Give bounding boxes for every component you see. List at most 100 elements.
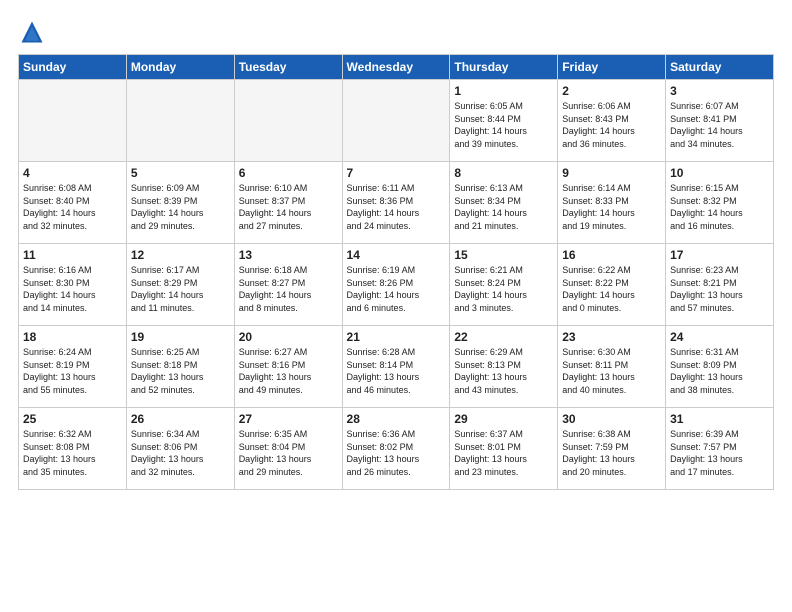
calendar-cell: 8 Sunrise: 6:13 AM Sunset: 8:34 PM Daylig… bbox=[450, 162, 558, 244]
calendar-cell: 13 Sunrise: 6:18 AM Sunset: 8:27 PM Dayli… bbox=[234, 244, 342, 326]
cell-info: Sunrise: 6:24 AM Sunset: 8:19 PM Dayligh… bbox=[23, 346, 122, 396]
cell-info: Sunrise: 6:18 AM Sunset: 8:27 PM Dayligh… bbox=[239, 264, 338, 314]
cell-info: Sunrise: 6:05 AM Sunset: 8:44 PM Dayligh… bbox=[454, 100, 553, 150]
header bbox=[18, 18, 774, 46]
weekday-header-row: SundayMondayTuesdayWednesdayThursdayFrid… bbox=[19, 55, 774, 80]
week-row-1: 1Sunrise: 6:05 AM Sunset: 8:44 PM Daylig… bbox=[19, 80, 774, 162]
cell-info: Sunrise: 6:13 AM Sunset: 8:34 PM Dayligh… bbox=[454, 182, 553, 232]
day-number: 23 bbox=[562, 330, 661, 344]
calendar-cell: 23Sunrise: 6:30 AM Sunset: 8:11 PM Dayli… bbox=[558, 326, 666, 408]
page: SundayMondayTuesdayWednesdayThursdayFrid… bbox=[0, 0, 792, 612]
calendar-cell: 29 Sunrise: 6:37 AM Sunset: 8:01 PM Dayli… bbox=[450, 408, 558, 490]
calendar-cell: 27Sunrise: 6:35 AM Sunset: 8:04 PM Dayli… bbox=[234, 408, 342, 490]
day-number: 14 bbox=[347, 248, 446, 262]
day-number: 16 bbox=[562, 248, 661, 262]
cell-info: Sunrise: 6:38 AM Sunset: 7:59 PM Dayligh… bbox=[562, 428, 661, 478]
cell-info: Sunrise: 6:25 AM Sunset: 8:18 PM Dayligh… bbox=[131, 346, 230, 396]
weekday-header-friday: Friday bbox=[558, 55, 666, 80]
day-number: 19 bbox=[131, 330, 230, 344]
calendar-cell: 17Sunrise: 6:23 AM Sunset: 8:21 PM Dayli… bbox=[666, 244, 774, 326]
logo-icon bbox=[18, 18, 46, 46]
calendar-cell bbox=[342, 80, 450, 162]
cell-info: Sunrise: 6:10 AM Sunset: 8:37 PM Dayligh… bbox=[239, 182, 338, 232]
cell-info: Sunrise: 6:28 AM Sunset: 8:14 PM Dayligh… bbox=[347, 346, 446, 396]
cell-info: Sunrise: 6:16 AM Sunset: 8:30 PM Dayligh… bbox=[23, 264, 122, 314]
cell-info: Sunrise: 6:19 AM Sunset: 8:26 PM Dayligh… bbox=[347, 264, 446, 314]
calendar-cell: 26 Sunrise: 6:34 AM Sunset: 8:06 PM Dayli… bbox=[126, 408, 234, 490]
logo bbox=[18, 18, 50, 46]
cell-info: Sunrise: 6:15 AM Sunset: 8:32 PM Dayligh… bbox=[670, 182, 769, 232]
cell-info: Sunrise: 6:29 AM Sunset: 8:13 PM Dayligh… bbox=[454, 346, 553, 396]
calendar-cell: 18 Sunrise: 6:24 AM Sunset: 8:19 PM Dayli… bbox=[19, 326, 127, 408]
weekday-header-thursday: Thursday bbox=[450, 55, 558, 80]
day-number: 7 bbox=[347, 166, 446, 180]
calendar-cell: 7 Sunrise: 6:11 AM Sunset: 8:36 PM Daylig… bbox=[342, 162, 450, 244]
calendar-cell: 31Sunrise: 6:39 AM Sunset: 7:57 PM Dayli… bbox=[666, 408, 774, 490]
cell-info: Sunrise: 6:06 AM Sunset: 8:43 PM Dayligh… bbox=[562, 100, 661, 150]
day-number: 11 bbox=[23, 248, 122, 262]
day-number: 26 bbox=[131, 412, 230, 426]
day-number: 15 bbox=[454, 248, 553, 262]
day-number: 22 bbox=[454, 330, 553, 344]
cell-info: Sunrise: 6:37 AM Sunset: 8:01 PM Dayligh… bbox=[454, 428, 553, 478]
cell-info: Sunrise: 6:36 AM Sunset: 8:02 PM Dayligh… bbox=[347, 428, 446, 478]
weekday-header-sunday: Sunday bbox=[19, 55, 127, 80]
calendar-cell: 20 Sunrise: 6:27 AM Sunset: 8:16 PM Dayli… bbox=[234, 326, 342, 408]
weekday-header-saturday: Saturday bbox=[666, 55, 774, 80]
calendar-cell: 2 Sunrise: 6:06 AM Sunset: 8:43 PM Daylig… bbox=[558, 80, 666, 162]
day-number: 18 bbox=[23, 330, 122, 344]
week-row-3: 11 Sunrise: 6:16 AM Sunset: 8:30 PM Dayli… bbox=[19, 244, 774, 326]
calendar-cell: 5 Sunrise: 6:09 AM Sunset: 8:39 PM Daylig… bbox=[126, 162, 234, 244]
cell-info: Sunrise: 6:21 AM Sunset: 8:24 PM Dayligh… bbox=[454, 264, 553, 314]
day-number: 21 bbox=[347, 330, 446, 344]
day-number: 28 bbox=[347, 412, 446, 426]
cell-info: Sunrise: 6:23 AM Sunset: 8:21 PM Dayligh… bbox=[670, 264, 769, 314]
weekday-header-wednesday: Wednesday bbox=[342, 55, 450, 80]
calendar-cell: 9 Sunrise: 6:14 AM Sunset: 8:33 PM Daylig… bbox=[558, 162, 666, 244]
calendar-cell: 15 Sunrise: 6:21 AM Sunset: 8:24 PM Dayli… bbox=[450, 244, 558, 326]
cell-info: Sunrise: 6:11 AM Sunset: 8:36 PM Dayligh… bbox=[347, 182, 446, 232]
day-number: 6 bbox=[239, 166, 338, 180]
cell-info: Sunrise: 6:17 AM Sunset: 8:29 PM Dayligh… bbox=[131, 264, 230, 314]
calendar-cell bbox=[234, 80, 342, 162]
week-row-5: 25 Sunrise: 6:32 AM Sunset: 8:08 PM Dayli… bbox=[19, 408, 774, 490]
weekday-header-monday: Monday bbox=[126, 55, 234, 80]
calendar-cell bbox=[19, 80, 127, 162]
calendar-cell: 6 Sunrise: 6:10 AM Sunset: 8:37 PM Daylig… bbox=[234, 162, 342, 244]
cell-info: Sunrise: 6:34 AM Sunset: 8:06 PM Dayligh… bbox=[131, 428, 230, 478]
calendar-cell: 21 Sunrise: 6:28 AM Sunset: 8:14 PM Dayli… bbox=[342, 326, 450, 408]
calendar-cell: 3 Sunrise: 6:07 AM Sunset: 8:41 PM Daylig… bbox=[666, 80, 774, 162]
calendar-body: 1Sunrise: 6:05 AM Sunset: 8:44 PM Daylig… bbox=[19, 80, 774, 490]
day-number: 8 bbox=[454, 166, 553, 180]
cell-info: Sunrise: 6:07 AM Sunset: 8:41 PM Dayligh… bbox=[670, 100, 769, 150]
day-number: 9 bbox=[562, 166, 661, 180]
day-number: 24 bbox=[670, 330, 769, 344]
calendar-cell: 30 Sunrise: 6:38 AM Sunset: 7:59 PM Dayli… bbox=[558, 408, 666, 490]
day-number: 20 bbox=[239, 330, 338, 344]
calendar-cell: 14 Sunrise: 6:19 AM Sunset: 8:26 PM Dayli… bbox=[342, 244, 450, 326]
day-number: 10 bbox=[670, 166, 769, 180]
day-number: 4 bbox=[23, 166, 122, 180]
calendar-cell: 12Sunrise: 6:17 AM Sunset: 8:29 PM Dayli… bbox=[126, 244, 234, 326]
cell-info: Sunrise: 6:27 AM Sunset: 8:16 PM Dayligh… bbox=[239, 346, 338, 396]
day-number: 30 bbox=[562, 412, 661, 426]
calendar-table: SundayMondayTuesdayWednesdayThursdayFrid… bbox=[18, 54, 774, 490]
cell-info: Sunrise: 6:08 AM Sunset: 8:40 PM Dayligh… bbox=[23, 182, 122, 232]
day-number: 25 bbox=[23, 412, 122, 426]
day-number: 29 bbox=[454, 412, 553, 426]
day-number: 31 bbox=[670, 412, 769, 426]
cell-info: Sunrise: 6:14 AM Sunset: 8:33 PM Dayligh… bbox=[562, 182, 661, 232]
calendar-cell bbox=[126, 80, 234, 162]
week-row-2: 4 Sunrise: 6:08 AM Sunset: 8:40 PM Daylig… bbox=[19, 162, 774, 244]
cell-info: Sunrise: 6:22 AM Sunset: 8:22 PM Dayligh… bbox=[562, 264, 661, 314]
day-number: 13 bbox=[239, 248, 338, 262]
calendar-cell: 11 Sunrise: 6:16 AM Sunset: 8:30 PM Dayli… bbox=[19, 244, 127, 326]
day-number: 3 bbox=[670, 84, 769, 98]
cell-info: Sunrise: 6:32 AM Sunset: 8:08 PM Dayligh… bbox=[23, 428, 122, 478]
calendar-cell: 25 Sunrise: 6:32 AM Sunset: 8:08 PM Dayli… bbox=[19, 408, 127, 490]
calendar-cell: 22 Sunrise: 6:29 AM Sunset: 8:13 PM Dayli… bbox=[450, 326, 558, 408]
calendar-cell: 16 Sunrise: 6:22 AM Sunset: 8:22 PM Dayli… bbox=[558, 244, 666, 326]
cell-info: Sunrise: 6:09 AM Sunset: 8:39 PM Dayligh… bbox=[131, 182, 230, 232]
day-number: 2 bbox=[562, 84, 661, 98]
day-number: 5 bbox=[131, 166, 230, 180]
